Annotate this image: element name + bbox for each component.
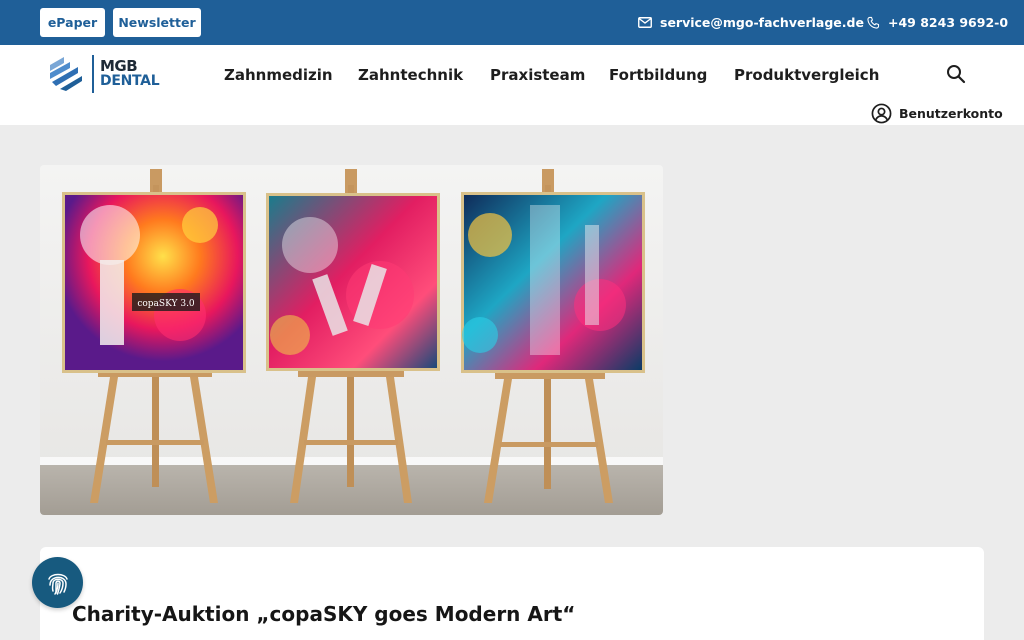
nav-item-zahntechnik[interactable]: Zahntechnik [358, 66, 463, 84]
article-card [40, 547, 984, 640]
contact-email-text: service@mgo-fachverlage.de [660, 15, 864, 30]
article-title[interactable]: Charity-Auktion „copaSKY goes Modern Art… [72, 602, 575, 626]
user-circle-icon [871, 103, 892, 124]
phone-icon [867, 16, 880, 29]
painting-3 [461, 192, 645, 373]
nav-item-zahnmedizin[interactable]: Zahnmedizin [224, 66, 333, 84]
logo-line-1: MGB [100, 57, 138, 75]
account-label: Benutzerkonto [899, 106, 1003, 121]
site-header: MGB DENTAL Zahnmedizin Zahntechnik Praxi… [0, 45, 1024, 125]
logo-wordmark: MGB DENTAL [100, 57, 160, 89]
search-icon[interactable] [946, 64, 966, 84]
site-logo[interactable]: MGB DENTAL [48, 55, 160, 93]
painting-1: copaSKY 3.0 [62, 192, 246, 373]
logo-divider [92, 55, 94, 93]
nav-item-produktvergleich[interactable]: Produktvergleich [734, 66, 879, 84]
top-bar: ePaper Newsletter service@mgo-fachverlag… [0, 0, 1024, 45]
fingerprint-icon [47, 573, 68, 595]
nav-item-fortbildung[interactable]: Fortbildung [609, 66, 707, 84]
logo-line-2: DENTAL [100, 73, 160, 89]
painting-1-caption: copaSKY 3.0 [137, 299, 195, 309]
painting-2 [266, 193, 440, 371]
account-link[interactable]: Benutzerkonto [871, 103, 1003, 124]
logo-mark-icon [50, 57, 82, 91]
contact-email-link[interactable]: service@mgo-fachverlage.de [638, 0, 864, 45]
nav-item-praxisteam[interactable]: Praxisteam [490, 66, 585, 84]
contact-phone-link[interactable]: +49 8243 9692-0 [866, 0, 1008, 45]
easels-paintings-illustration: copaSKY 3.0 [40, 165, 663, 515]
hero-image[interactable]: copaSKY 3.0 [40, 165, 663, 515]
contact-phone-text: +49 8243 9692-0 [888, 15, 1009, 30]
envelope-icon [638, 17, 652, 28]
epaper-button[interactable]: ePaper [40, 8, 105, 37]
newsletter-button[interactable]: Newsletter [113, 8, 201, 37]
fingerprint-button[interactable] [32, 557, 83, 608]
